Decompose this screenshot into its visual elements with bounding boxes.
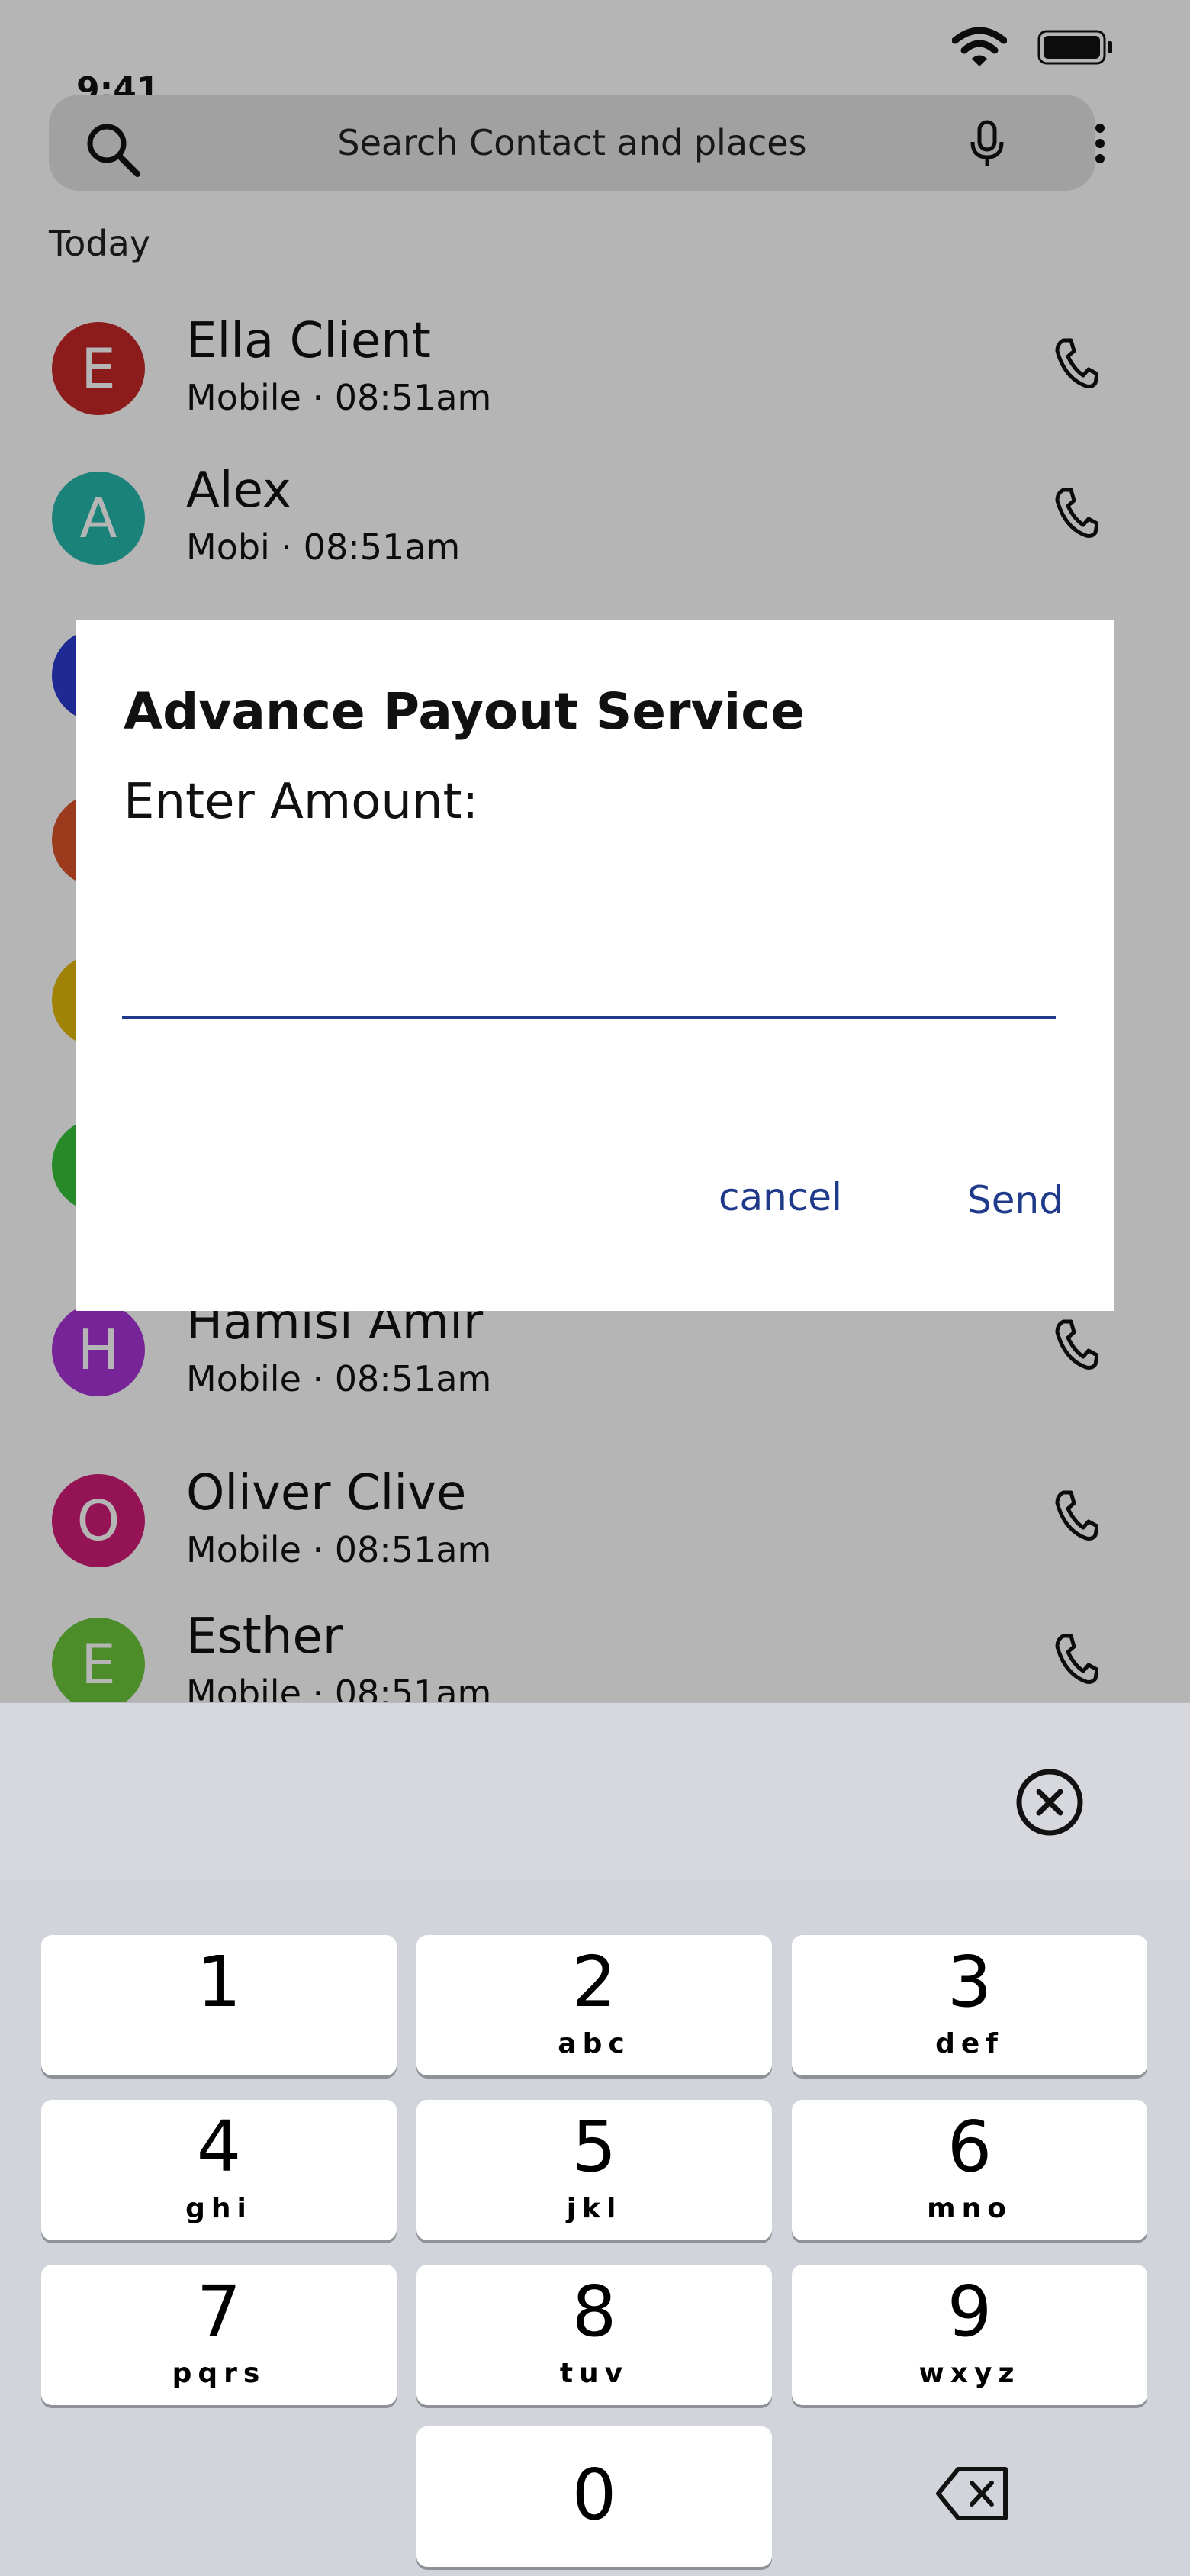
amount-input[interactable] bbox=[122, 848, 1056, 1019]
cancel-button[interactable]: cancel bbox=[719, 1175, 842, 1219]
key-letters: abc bbox=[558, 2028, 631, 2059]
amount-label: Enter Amount: bbox=[124, 774, 479, 830]
key-digit: 2 bbox=[571, 1941, 617, 2023]
key-digit: 0 bbox=[571, 2454, 617, 2536]
key-6[interactable]: 6 mno bbox=[792, 2100, 1147, 2240]
key-5[interactable]: 5 jkl bbox=[416, 2100, 772, 2240]
key-digit: 1 bbox=[196, 1941, 242, 2023]
key-7[interactable]: 7 pqrs bbox=[41, 2265, 397, 2405]
dialog-title: Advance Payout Service bbox=[124, 682, 806, 741]
key-digit: 6 bbox=[947, 2106, 992, 2188]
key-digit: 9 bbox=[947, 2271, 992, 2352]
key-letters: jkl bbox=[566, 2193, 622, 2224]
key-9[interactable]: 9 wxyz bbox=[792, 2265, 1147, 2405]
keypad-toolbar bbox=[0, 1703, 1190, 1880]
key-4[interactable]: 4 ghi bbox=[41, 2100, 397, 2240]
send-button[interactable]: Send bbox=[967, 1178, 1063, 1222]
key-letters: ghi bbox=[185, 2193, 252, 2224]
key-digit: 8 bbox=[571, 2271, 617, 2352]
clear-circle-icon[interactable] bbox=[1015, 1767, 1085, 1837]
key-digit: 7 bbox=[196, 2271, 242, 2352]
phone-screen: 9:41 Search Contact and places Today E E… bbox=[0, 0, 1190, 2576]
key-letters: def bbox=[935, 2028, 1004, 2059]
key-1[interactable]: 1 bbox=[41, 1935, 397, 2075]
key-2[interactable]: 2 abc bbox=[416, 1935, 772, 2075]
key-digit: 4 bbox=[196, 2106, 242, 2188]
key-letters: tuv bbox=[559, 2358, 629, 2389]
key-letters: pqrs bbox=[172, 2358, 266, 2389]
key-letters: mno bbox=[927, 2193, 1012, 2224]
key-0[interactable]: 0 bbox=[416, 2426, 772, 2567]
key-3[interactable]: 3 def bbox=[792, 1935, 1147, 2075]
backspace-icon[interactable] bbox=[935, 2463, 1011, 2524]
key-digit: 5 bbox=[571, 2106, 617, 2188]
key-digit: 3 bbox=[947, 1941, 992, 2023]
key-8[interactable]: 8 tuv bbox=[416, 2265, 772, 2405]
key-letters: wxyz bbox=[918, 2358, 1021, 2389]
payout-dialog: Advance Payout Service Enter Amount: can… bbox=[76, 620, 1114, 1311]
